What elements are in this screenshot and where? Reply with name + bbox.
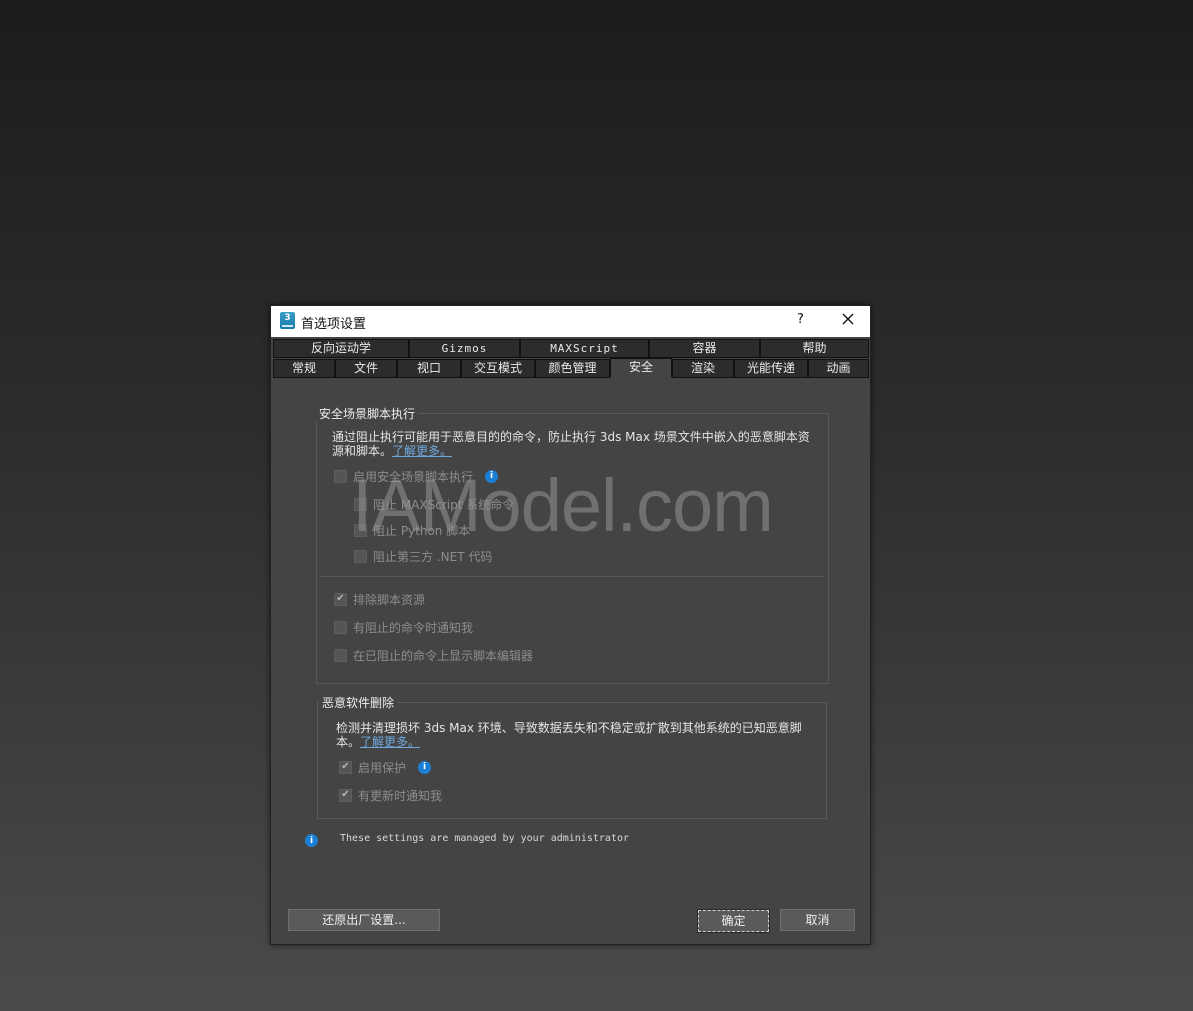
tab-interaction[interactable]: 交互模式 — [461, 359, 535, 378]
check-icon: ✔ — [339, 760, 352, 774]
checkbox-box — [354, 523, 367, 537]
tab-files[interactable]: 文件 — [335, 359, 397, 378]
title-bar[interactable]: 3 首选项设置 ? — [271, 306, 870, 337]
secure-scene-description: 通过阻止执行可能用于恶意目的的命令，防止执行 3ds Max 场景文件中嵌入的恶… — [332, 430, 810, 458]
dialog-title: 首选项设置 — [301, 317, 367, 332]
block-python-checkbox[interactable]: 阻止 Python 脚本 — [354, 522, 470, 538]
malware-description: 检测并清理损坏 3ds Max 环境、导致数据丢失和不稳定或扩散到其他系统的已知… — [336, 721, 802, 749]
checkbox-label: 有更新时通知我 — [358, 788, 443, 803]
close-icon[interactable] — [839, 310, 857, 328]
ok-button[interactable]: 确定 — [697, 909, 770, 933]
help-button[interactable]: ? — [797, 312, 804, 327]
checkbox-box — [354, 497, 367, 511]
block-maxscript-checkbox[interactable]: 阻止 MAXScript 系统命令 — [354, 496, 514, 512]
cancel-button[interactable]: 取消 — [780, 909, 855, 931]
app-3dsmax-icon: 3 — [280, 312, 295, 329]
check-icon: ✔ — [334, 592, 347, 606]
checkbox-label: 阻止第三方 .NET 代码 — [373, 549, 493, 564]
tab-security[interactable]: 安全 — [610, 358, 672, 378]
divider — [321, 576, 824, 577]
enable-secure-scene-checkbox[interactable]: 启用安全场景脚本执行 i — [334, 468, 499, 484]
checkbox-box — [354, 549, 367, 563]
checkbox-box — [334, 620, 347, 634]
enable-protection-checkbox[interactable]: ✔ 启用保护 i — [339, 759, 432, 775]
notify-updates-checkbox[interactable]: ✔ 有更新时通知我 — [339, 787, 442, 803]
tab-gizmos[interactable]: Gizmos — [409, 339, 520, 358]
tab-general[interactable]: 常规 — [273, 359, 335, 378]
tab-ik[interactable]: 反向运动学 — [273, 339, 409, 358]
exclude-script-assets-checkbox[interactable]: ✔ 排除脚本资源 — [334, 591, 425, 607]
checkbox-label: 启用安全场景脚本执行 — [353, 469, 474, 484]
info-icon[interactable]: i — [418, 760, 432, 774]
checkbox-label: 阻止 Python 脚本 — [373, 523, 471, 538]
check-icon: ✔ — [339, 788, 352, 802]
checkbox-label: 有阻止的命令时通知我 — [353, 620, 474, 635]
notify-blocked-checkbox[interactable]: 有阻止的命令时通知我 — [334, 619, 473, 635]
tab-help[interactable]: 帮助 — [760, 339, 869, 358]
admin-note: These settings are managed by your admin… — [340, 833, 629, 844]
checkbox-box — [334, 469, 347, 483]
preferences-dialog: 3 首选项设置 ? 反向运动学 Gizmos MAXScript 容器 帮助 常… — [270, 305, 871, 945]
checkbox-label: 启用保护 — [358, 760, 407, 775]
show-editor-checkbox[interactable]: 在已阻止的命令上显示脚本编辑器 — [334, 647, 533, 663]
learn-more-link[interactable]: 了解更多。 — [360, 735, 420, 749]
learn-more-link[interactable]: 了解更多。 — [392, 444, 452, 458]
checkbox-box — [334, 648, 347, 662]
reset-defaults-button[interactable]: 还原出厂设置... — [288, 909, 440, 931]
info-icon: i — [305, 834, 318, 847]
tab-viewports[interactable]: 视口 — [397, 359, 461, 378]
tab-radiosity[interactable]: 光能传递 — [734, 359, 808, 378]
secure-scene-title: 安全场景脚本执行 — [316, 405, 419, 422]
tab-maxscript[interactable]: MAXScript — [520, 339, 649, 358]
malware-title: 恶意软件删除 — [319, 694, 398, 711]
block-dotnet-checkbox[interactable]: 阻止第三方 .NET 代码 — [354, 548, 492, 564]
checkbox-label: 在已阻止的命令上显示脚本编辑器 — [353, 648, 534, 663]
tab-rendering[interactable]: 渲染 — [672, 359, 734, 378]
tab-containers[interactable]: 容器 — [649, 339, 760, 358]
tab-animation[interactable]: 动画 — [808, 359, 869, 378]
tab-color-management[interactable]: 颜色管理 — [535, 359, 610, 378]
checkbox-label: 阻止 MAXScript 系统命令 — [373, 497, 515, 512]
checkbox-label: 排除脚本资源 — [353, 592, 426, 607]
info-icon[interactable]: i — [485, 469, 499, 483]
